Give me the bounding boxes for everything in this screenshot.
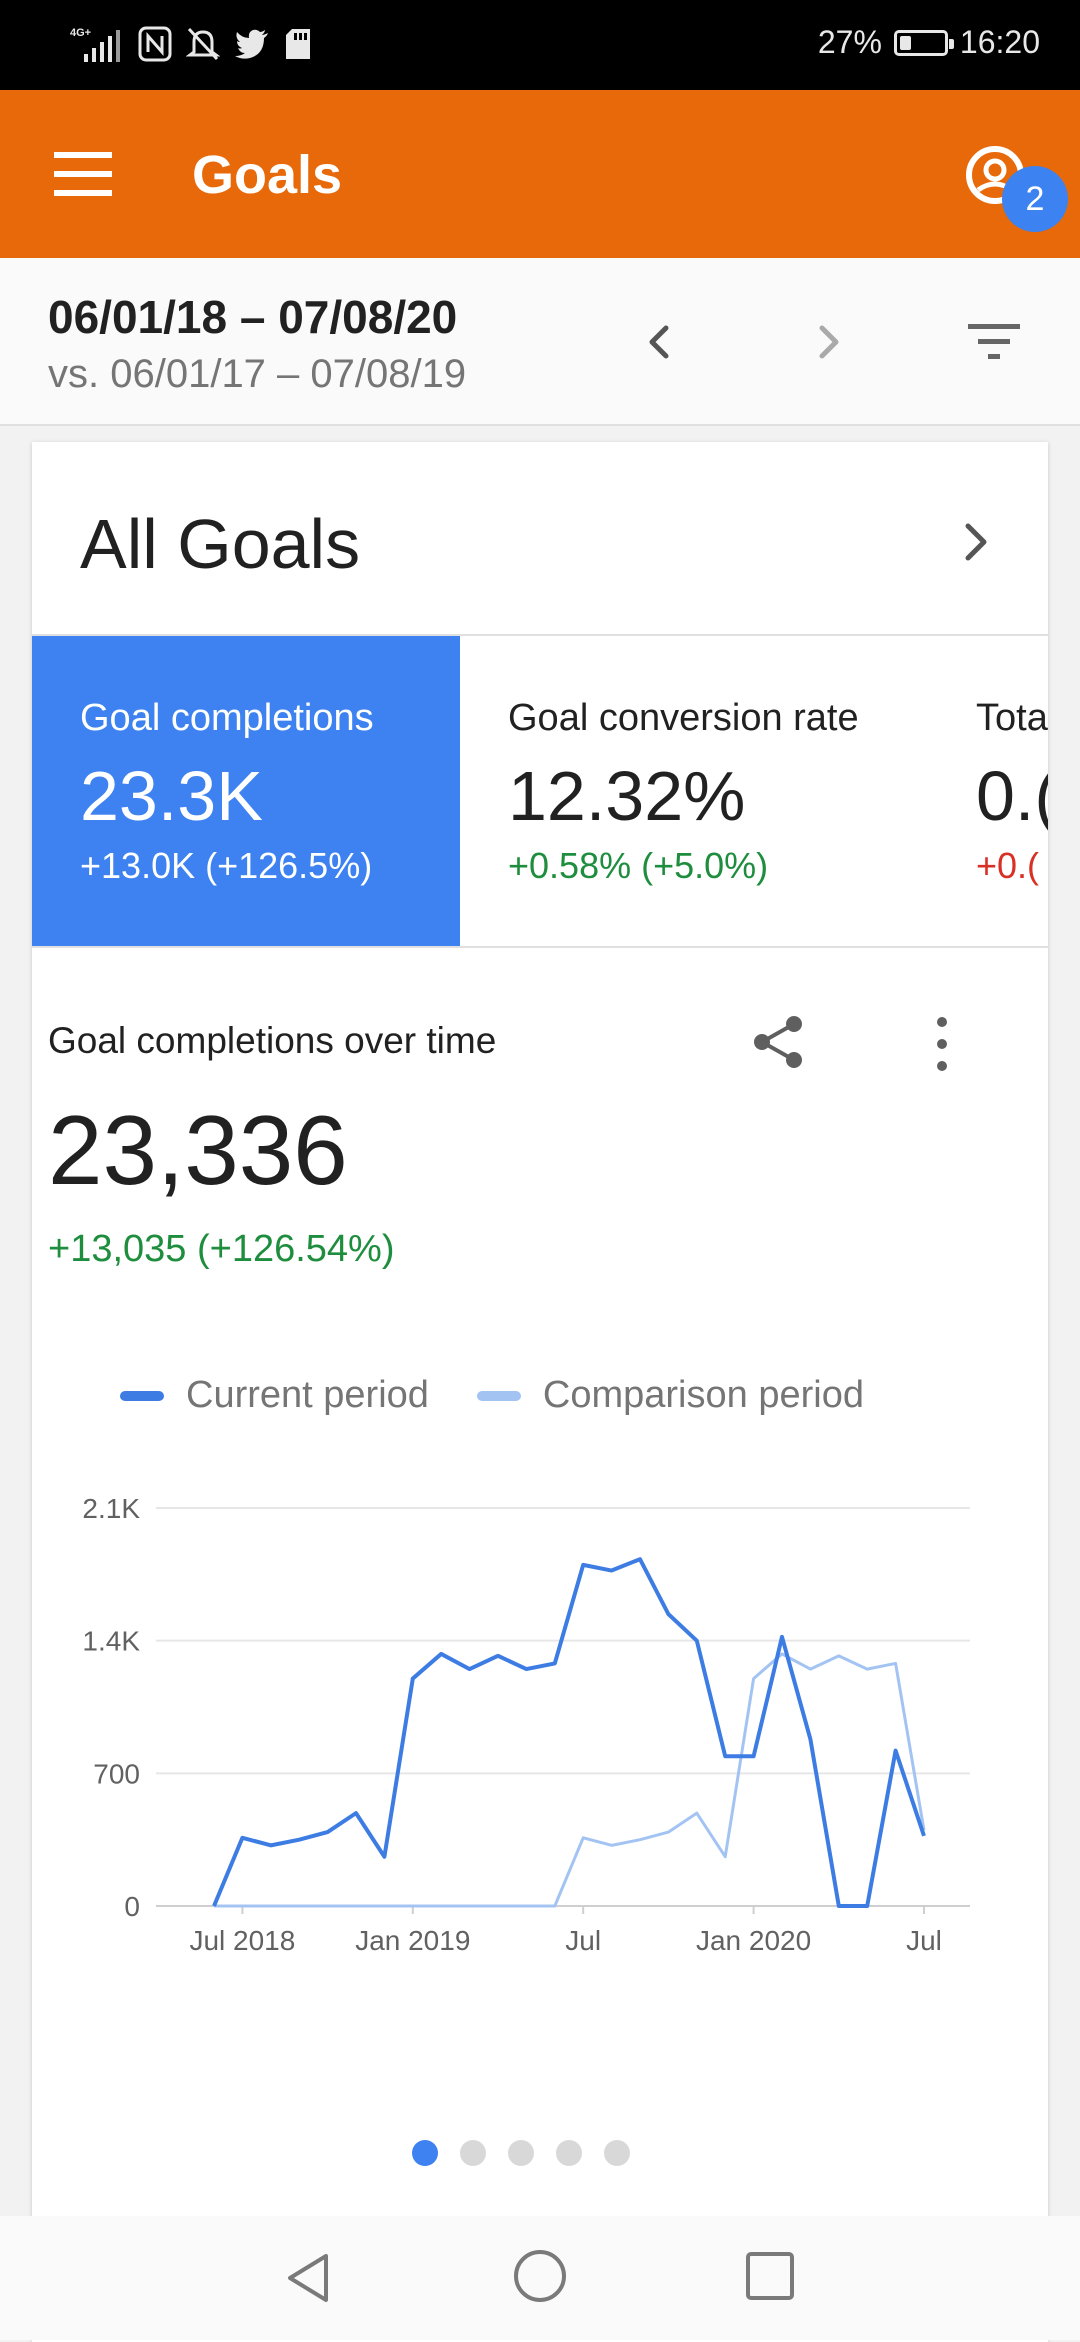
network-4g-icon: 4G+	[70, 27, 91, 39]
signal-icon: 4G+	[70, 27, 120, 62]
chart-title: Goal completions over time	[48, 1020, 497, 1061]
metric-goal-conversion-rate[interactable]: Goal conversion rate 12.32% +0.58% (+5.0…	[460, 636, 940, 946]
divider	[32, 946, 1048, 948]
page-dot[interactable]	[412, 2140, 438, 2166]
page-dot[interactable]	[604, 2140, 630, 2166]
metric-value: 23.3K	[80, 757, 263, 835]
metric-label: Goal completions	[80, 697, 374, 739]
next-period-button[interactable]	[800, 314, 856, 370]
home-icon[interactable]	[512, 2248, 568, 2304]
menu-icon[interactable]	[54, 152, 112, 196]
filter-icon[interactable]	[966, 320, 1022, 364]
y-tick-label: 0	[124, 1891, 140, 1922]
mute-icon	[186, 27, 220, 61]
y-tick-label: 2.1K	[82, 1493, 140, 1524]
battery-level	[899, 35, 912, 50]
status-bar: 4G+ 27% 16:20	[0, 0, 1080, 90]
series-current-line[interactable]	[212, 1557, 926, 1908]
total-change: +13,035 (+126.54%)	[48, 1228, 395, 1270]
page-indicator	[412, 2140, 630, 2166]
system-nav-bar	[0, 2216, 1080, 2340]
chevron-right-icon[interactable]	[956, 518, 996, 566]
metrics-row: Goal completions 23.3K +13.0K (+126.5%) …	[32, 636, 1048, 946]
legend-swatch-comparison	[476, 1390, 521, 1401]
metric-goal-completions[interactable]: Goal completions 23.3K +13.0K (+126.5%)	[32, 636, 460, 946]
battery-percent: 27%	[817, 24, 882, 60]
y-tick-label: 700	[93, 1758, 140, 1789]
x-tick-label: Jul 2018	[189, 1925, 295, 1956]
legend-swatch-current	[120, 1390, 164, 1401]
chart-legend: Current period Comparison period	[120, 1374, 912, 1417]
page-dot[interactable]	[508, 2140, 534, 2166]
card-title[interactable]: All Goals	[80, 504, 360, 584]
metric-change: +0.58% (+5.0%)	[508, 845, 769, 886]
x-tick-label: Jan 2019	[355, 1925, 470, 1956]
twitter-icon	[235, 29, 268, 59]
share-icon[interactable]	[746, 1010, 810, 1074]
legend-comparison: Comparison period	[476, 1374, 864, 1417]
metric-total[interactable]: Tota 0.( +0.(	[940, 636, 1048, 946]
status-right: 27% 16:20	[818, 24, 1040, 61]
metric-label: Goal conversion rate	[508, 697, 859, 739]
x-tick-label: Jan 2020	[696, 1925, 811, 1956]
date-range[interactable]: 06/01/18 – 07/08/20	[48, 290, 457, 344]
status-icons: 4G+	[68, 24, 312, 64]
date-range-bar[interactable]: 06/01/18 – 07/08/20 vs. 06/01/17 – 07/08…	[0, 258, 1080, 426]
x-tick-label: Jul	[565, 1925, 601, 1956]
metric-value: 0.(	[976, 757, 1048, 835]
account-badge[interactable]: 2	[1002, 166, 1068, 232]
page-dot[interactable]	[556, 2140, 582, 2166]
battery-icon	[893, 29, 954, 56]
nfc-icon	[138, 26, 172, 62]
clock: 16:20	[959, 24, 1040, 60]
app-bar: Goals 2	[0, 90, 1080, 258]
metric-value: 12.32%	[508, 757, 746, 835]
metric-change: +0.(	[976, 845, 1040, 886]
page-dot[interactable]	[460, 2140, 486, 2166]
y-tick-label: 1.4K	[82, 1626, 140, 1657]
back-icon[interactable]	[280, 2248, 340, 2308]
x-tick-label: Jul	[906, 1925, 942, 1956]
goal-completions-chart[interactable]: 0 700 1.4K 2.1K Jul 2018 Jan 2019 Jul Jan 2020 J…	[48, 1476, 988, 1976]
metric-change: +13.0K (+126.5%)	[80, 845, 373, 886]
sd-card-icon	[286, 29, 310, 59]
legend-label: Comparison period	[542, 1374, 864, 1416]
comparison-range[interactable]: vs. 06/01/17 – 07/08/19	[48, 352, 466, 397]
recent-apps-icon[interactable]	[744, 2250, 796, 2302]
page-title: Goals	[192, 145, 343, 205]
metric-label: Tota	[976, 697, 1048, 739]
previous-period-button[interactable]	[632, 314, 688, 370]
legend-label: Current period	[186, 1374, 429, 1416]
legend-current: Current period	[120, 1374, 429, 1417]
more-options-icon[interactable]	[930, 1012, 954, 1076]
total-goal-completions: 23,336	[48, 1095, 348, 1205]
